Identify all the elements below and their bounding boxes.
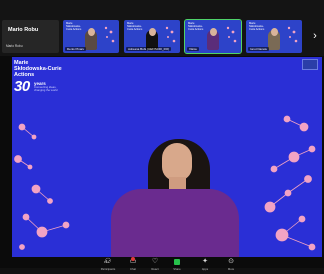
speaker-body	[111, 189, 239, 257]
participant-strip: Mario Robu Mario Robu Marie Skłodowska-C…	[0, 0, 324, 56]
thumb-logo: Marie Skłodowska-Curie Actions	[127, 22, 143, 31]
pink-dots-decoration	[165, 26, 176, 43]
participant-face	[149, 28, 156, 36]
apps-label: Apps	[201, 267, 209, 271]
more-options-icon: ⊙	[228, 258, 234, 265]
chat-label: Chat	[130, 267, 136, 271]
chat-unread-dot	[131, 257, 135, 261]
heart-icon: ♡	[151, 258, 159, 265]
pink-dots-decoration	[104, 26, 115, 43]
share-button[interactable]: Share	[168, 257, 186, 271]
self-view-name: Mario Robu	[8, 27, 39, 33]
self-view-label: Mario Robu	[6, 44, 23, 48]
participant-name: Denis Pinaru	[65, 47, 87, 51]
speaker-face	[162, 143, 192, 181]
eu-flag-icon	[302, 59, 318, 70]
pink-dots-decoration	[226, 26, 237, 43]
self-view-tile[interactable]: Mario Robu Mario Robu	[2, 20, 59, 53]
participant-tile[interactable]: Marie Skłodowska-Curie Actions Ionut Dan…	[246, 20, 302, 53]
participants-button[interactable]: ⚇ 151 Participants	[96, 257, 120, 271]
participants-label: Participants	[100, 267, 116, 271]
chat-button[interactable]: ▭ Chat	[124, 257, 142, 271]
main-speaker-view: Marie Skłodowska-Curie Actions 30 years …	[12, 57, 322, 257]
participant-name: Ionut Danetu	[248, 47, 270, 51]
thumb-logo: Marie Skłodowska-Curie Actions	[188, 22, 204, 31]
meeting-window: Mario Robu Mario Robu Marie Skłodowska-C…	[0, 0, 324, 271]
more-label: More	[227, 267, 235, 271]
react-label: React	[151, 267, 159, 271]
participant-face	[210, 28, 217, 36]
participant-tile[interactable]: Marie Skłodowska-Curie Actions Adreana B…	[124, 20, 180, 53]
participant-name: Vânia	[187, 47, 199, 51]
participant-face	[88, 28, 95, 36]
anniversary-number: 30	[14, 78, 30, 95]
participant-face	[271, 28, 278, 36]
apps-icon: ✦	[202, 258, 208, 265]
apps-button[interactable]: ✦ Apps	[196, 257, 214, 271]
anniversary-tagline: Connecting ideas, changing the world	[34, 85, 58, 93]
participant-tile[interactable]: Marie Skłodowska-Curie Actions Denis Pin…	[63, 20, 119, 53]
pink-dots-decoration	[287, 26, 298, 43]
thumb-logo: Marie Skłodowska-Curie Actions	[66, 22, 82, 31]
meeting-toolbar: ⚇ 151 Participants ▭ Chat ♡ React Share …	[0, 257, 324, 271]
next-page-chevron-icon[interactable]: ›	[309, 27, 321, 45]
thumb-logo: Marie Skłodowska-Curie Actions	[249, 22, 265, 31]
participant-name: Adreana Bobi (UEFISCDI_RO)	[126, 47, 172, 51]
participant-tile-active-speaker[interactable]: Marie Skłodowska-Curie Actions Vânia	[184, 19, 242, 54]
more-button[interactable]: ⊙ More	[222, 257, 240, 271]
share-label: Share	[173, 267, 181, 271]
react-button[interactable]: ♡ React	[146, 257, 164, 271]
